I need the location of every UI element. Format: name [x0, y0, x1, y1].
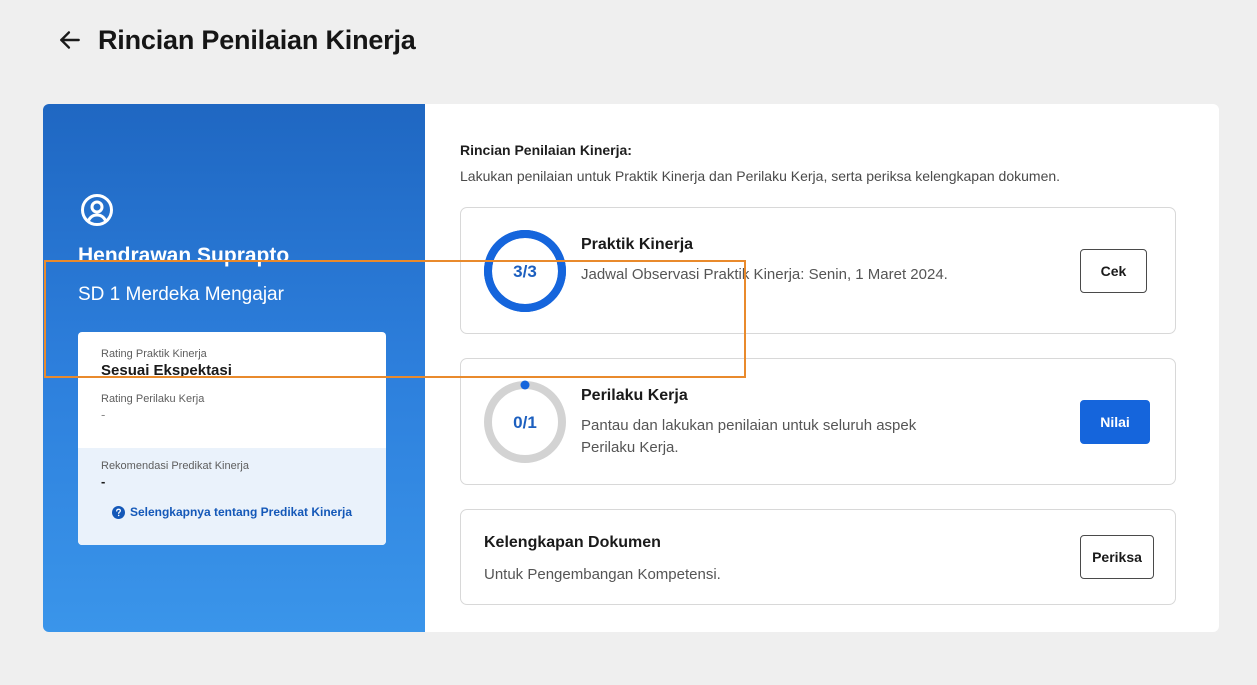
profile-panel: Hendrawan Suprapto SD 1 Merdeka Mengajar… — [43, 104, 425, 632]
page-title: Rincian Penilaian Kinerja — [98, 24, 416, 55]
praktik-kinerja-card: 3/3 Praktik Kinerja Jadwal Observasi Pra… — [460, 207, 1176, 334]
perilaku-kerja-card: 0/1 Perilaku Kerja Pantau dan lakukan pe… — [460, 358, 1176, 485]
page-header: Rincian Penilaian Kinerja — [56, 22, 416, 58]
item-description: Pantau dan lakukan penilaian untuk selur… — [581, 417, 917, 456]
rating-praktik-value: Sesuai Ekspektasi — [101, 362, 232, 379]
kelengkapan-dokumen-card: Kelengkapan Dokumen Untuk Pengembangan K… — [460, 509, 1176, 605]
predikat-info-link[interactable]: Selengkapnya tentang Predikat Kinerja — [101, 505, 363, 519]
user-circle-icon — [81, 194, 113, 226]
user-name: Hendrawan Suprapto — [78, 244, 290, 267]
nilai-button[interactable]: Nilai — [1080, 400, 1150, 444]
back-button[interactable] — [56, 26, 84, 54]
rating-praktik-label: Rating Praktik Kinerja — [101, 348, 207, 360]
predikat-info-label: Selengkapnya tentang Predikat Kinerja — [129, 505, 353, 519]
item-title: Praktik Kinerja — [581, 236, 694, 253]
item-description: Jadwal Observasi Praktik Kinerja: Senin,… — [581, 266, 948, 283]
item-title: Perilaku Kerja — [581, 387, 688, 404]
question-circle-icon — [111, 505, 125, 519]
item-description: Untuk Pengembangan Kompetensi. — [484, 566, 721, 583]
rating-summary: Rating Praktik Kinerja Sesuai Ekspektasi… — [78, 332, 386, 545]
item-title: Kelengkapan Dokumen — [484, 534, 661, 551]
section-subtitle: Lakukan penilaian untuk Praktik Kinerja … — [460, 168, 1061, 184]
school-name: SD 1 Merdeka Mengajar — [78, 284, 284, 305]
details-panel: Rincian Penilaian Kinerja: Lakukan penil… — [425, 104, 1219, 632]
rekomendasi-label: Rekomendasi Predikat Kinerja — [101, 460, 249, 472]
rating-perilaku-value: - — [101, 407, 106, 422]
rekomendasi-value: - — [101, 474, 106, 489]
section-title: Rincian Penilaian Kinerja: — [460, 142, 632, 158]
cek-button[interactable]: Cek — [1080, 249, 1147, 293]
progress-text: 0/1 — [513, 413, 537, 432]
assessment-card: Hendrawan Suprapto SD 1 Merdeka Mengajar… — [43, 104, 1219, 632]
periksa-button[interactable]: Periksa — [1080, 535, 1154, 579]
progress-text: 3/3 — [513, 262, 537, 281]
arrow-left-icon — [60, 31, 80, 49]
rating-perilaku-label: Rating Perilaku Kerja — [101, 393, 205, 405]
